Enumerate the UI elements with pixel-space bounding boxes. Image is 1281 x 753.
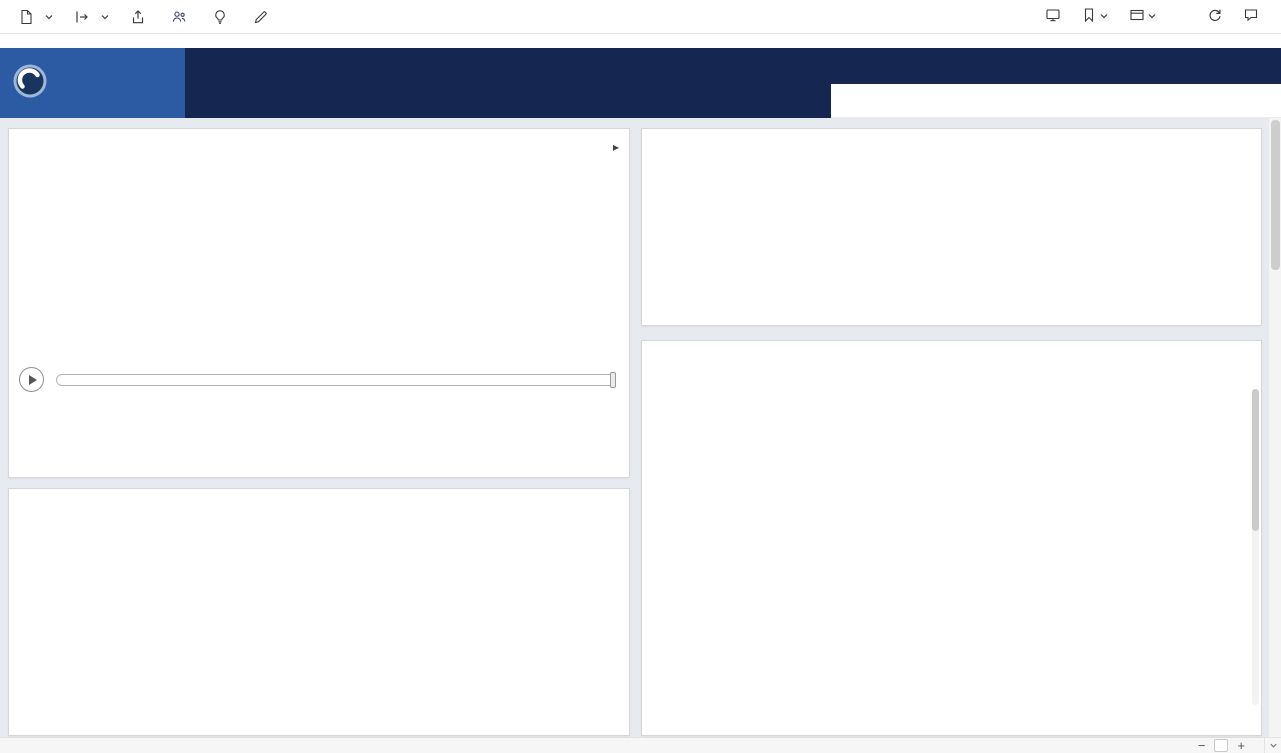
slideshow-button[interactable] — [1037, 0, 1069, 34]
report-canvas: ▸ — [0, 118, 1281, 737]
refresh-button[interactable] — [1199, 0, 1231, 34]
report-subtitle-band — [185, 84, 1281, 118]
top-accounts-rows — [650, 352, 1253, 668]
status-bar: − + — [0, 737, 1281, 753]
comment-icon — [1243, 7, 1259, 26]
chevron-down-icon — [44, 12, 54, 22]
get-insights-button[interactable] — [202, 0, 243, 34]
line-chart[interactable] — [17, 500, 617, 708]
contoso-logo-icon — [12, 63, 48, 104]
scatter-plot[interactable] — [17, 158, 617, 354]
top-accounts-panel[interactable] — [641, 340, 1262, 736]
play-button[interactable] — [19, 367, 44, 392]
edit-button[interactable] — [243, 0, 284, 34]
zoom-out-button[interactable]: − — [1189, 738, 1215, 753]
legend-scroll-right-icon[interactable]: ▸ — [613, 140, 619, 154]
bookmark-icon — [1081, 7, 1097, 26]
view-button[interactable] — [1121, 0, 1165, 34]
pencil-icon — [253, 9, 269, 25]
bookmarks-button[interactable] — [1073, 0, 1117, 34]
lightbulb-icon — [212, 9, 228, 25]
slideshow-icon — [1045, 7, 1061, 26]
table-scrollbar[interactable] — [1252, 389, 1259, 705]
brand-logo-block — [0, 48, 185, 118]
scatter-chart-panel[interactable]: ▸ — [8, 128, 630, 478]
refresh-icon — [1207, 7, 1223, 26]
more-options-button[interactable] — [284, 0, 304, 34]
export-menu-button[interactable] — [64, 0, 120, 34]
report-title-band — [185, 48, 1281, 84]
teams-icon — [171, 9, 187, 25]
report-top-margin — [0, 34, 1281, 48]
scatter-legend: ▸ — [19, 140, 619, 154]
report-subtabs — [831, 84, 1281, 118]
page-subtitle-block — [185, 84, 831, 118]
sales-by-industry-panel[interactable] — [641, 128, 1262, 326]
share-icon — [130, 9, 146, 25]
export-icon — [74, 9, 90, 25]
chat-in-teams-button[interactable] — [161, 0, 202, 34]
toolbar-right-group — [1037, 0, 1273, 34]
zoom-in-button[interactable]: + — [1228, 738, 1254, 753]
zoom-level[interactable] — [1214, 739, 1228, 752]
chevron-down-icon — [100, 12, 110, 22]
line-chart-panel[interactable] — [8, 488, 630, 736]
report-header — [0, 48, 1281, 118]
page-scrollbar[interactable] — [1268, 118, 1281, 737]
play-axis-slider[interactable] — [56, 374, 615, 386]
file-icon — [18, 9, 34, 25]
chevron-down-icon — [1147, 9, 1157, 24]
chevron-down-icon — [1099, 9, 1109, 24]
page-scrollbar-thumb[interactable] — [1271, 120, 1280, 270]
play-axis — [19, 366, 619, 393]
monitor-icon — [1129, 7, 1145, 26]
share-button[interactable] — [120, 0, 161, 34]
table-scrollbar-thumb[interactable] — [1252, 389, 1259, 531]
play-icon — [29, 375, 37, 385]
file-menu-button[interactable] — [8, 0, 64, 34]
comments-button[interactable] — [1235, 0, 1267, 34]
slider-handle[interactable] — [610, 372, 616, 388]
app-toolbar — [0, 0, 1281, 34]
scroll-down-button[interactable] — [1264, 738, 1281, 753]
